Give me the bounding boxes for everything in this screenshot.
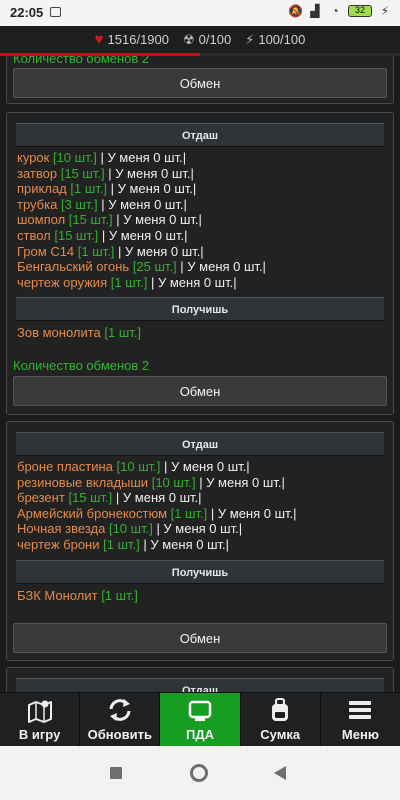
nav-label: ПДА <box>186 727 214 742</box>
nav-item-pda[interactable]: ПДА <box>160 693 241 746</box>
exchange-button[interactable]: Обмен <box>13 68 387 98</box>
back-icon[interactable] <box>274 766 286 780</box>
give-item: резиновые вкладыши [10 шт.] | У меня 0 ш… <box>17 474 285 490</box>
pda-icon <box>188 700 212 721</box>
exchange-count: Количество обменов 2 <box>13 357 150 373</box>
nav-item-to-game[interactable]: В игру <box>0 693 81 746</box>
map-icon <box>27 700 52 723</box>
give-item: Армейский бронекостюм [1 шт.] | У меня 0… <box>17 505 297 521</box>
health-value: 1516/1900 <box>107 32 169 47</box>
mute-icon: 🔕 <box>288 4 303 18</box>
receive-list: Зов монолита [1 шт.] <box>17 325 393 341</box>
gallery-notification-icon <box>50 7 61 17</box>
give-item: броне пластина [10 шт.] | У меня 0 шт.| <box>17 459 250 474</box>
exchange-count: Количество обменов 2 <box>13 56 150 66</box>
battery-icon: 32 <box>348 5 372 17</box>
nav-item-menu[interactable]: Меню <box>321 693 400 746</box>
receive-header: Получишь <box>16 559 384 584</box>
nav-item-bag[interactable]: Сумка <box>241 693 321 746</box>
recents-icon[interactable] <box>110 767 122 779</box>
give-item: курок [10 шт.] | У меня 0 шт.| <box>17 150 187 165</box>
heart-icon: ♥ <box>94 31 104 48</box>
give-header: Отдаш <box>16 123 384 147</box>
charging-icon: ⚡ <box>380 4 390 18</box>
give-item: Ночная звезда [10 шт.] | У меня 0 шт.| <box>17 521 243 537</box>
exchange-button[interactable]: Обмен <box>13 623 387 654</box>
give-item: брезент [15 шт.] | У меня 0 шт.| <box>17 490 202 506</box>
give-item: шомпол [15 шт.] | У меня 0 шт.| <box>17 212 202 228</box>
give-list: курок [10 шт.] | У меня 0 шт.| затвор [1… <box>17 150 393 290</box>
home-icon[interactable] <box>190 764 208 782</box>
nav-item-refresh[interactable]: Обновить <box>80 693 161 746</box>
radiation-icon: ☢ <box>183 31 195 47</box>
receive-item: БЗК Монолит [1 шт.] <box>17 587 138 603</box>
energy-stat: ⚡ 100/100 <box>245 32 305 48</box>
trade-panel: Отдаш курок [10 шт.] | У меня 0 шт.| зат… <box>6 112 394 415</box>
signal-icon: ▟ <box>310 4 320 18</box>
radiation-value: 0/100 <box>198 32 232 47</box>
receive-header: Получишь <box>16 297 384 322</box>
exchange-button[interactable]: Обмен <box>13 375 387 406</box>
nav-label: Меню <box>341 727 379 742</box>
give-item: ствол [15 шт.] | У меня 0 шт.| <box>17 227 188 243</box>
receive-item: Зов монолита [1 шт.] <box>17 325 142 341</box>
status-icons: 🔕 ▟ ◔ 32 ⚡ <box>288 4 392 18</box>
trade-panel-partial: Количество обменов 2 Обмен <box>6 56 394 104</box>
nav-label: В игру <box>18 727 61 742</box>
trade-panel: Отдаш броне пластина [10 шт.] | У меня 0… <box>6 421 394 661</box>
nav-label: Обновить <box>87 727 152 742</box>
give-item: чертеж оружия [1 шт.] | У меня 0 шт.| <box>17 274 237 290</box>
give-item: приклад [1 шт.] | У меня 0 шт.| <box>17 181 197 197</box>
give-item: трубка [3 шт.] | У меня 0 шт.| <box>17 196 187 212</box>
give-header: Отдаш <box>16 432 384 456</box>
menu-icon <box>349 701 372 719</box>
give-list: броне пластина [10 шт.] | У меня 0 шт.| … <box>17 459 393 553</box>
give-item: затвор [15 шт.] | У меня 0 шт.| <box>17 165 194 181</box>
give-item: Бенгальский огонь [25 шт.] | У меня 0 шт… <box>17 259 266 275</box>
energy-value: 100/100 <box>258 32 306 47</box>
give-item: чертеж брони [1 шт.] | У меня 0 шт.| <box>17 536 230 552</box>
trade-panel-partial: Отдаш <box>6 667 394 692</box>
bottom-navigation: В игру Обновить ПДА Сумка Меню <box>0 692 400 746</box>
receive-list: БЗК Монолит [1 шт.] <box>17 588 393 604</box>
system-status-bar: 22:05 🔕 ▟ ◔ 32 ⚡ <box>0 0 400 26</box>
nav-label: Сумка <box>260 727 301 742</box>
system-navigation-bar <box>0 746 400 800</box>
player-stats-bar: ♥ 1516/1900 ☢ 0/100 ⚡ 100/100 <box>0 26 400 56</box>
refresh-icon <box>109 699 131 721</box>
give-header: Отдаш <box>16 678 384 692</box>
trade-list[interactable]: Количество обменов 2 Обмен Отдаш курок [… <box>0 56 400 692</box>
energy-icon: ⚡ <box>245 31 255 47</box>
wifi-icon: ◔ <box>331 4 339 18</box>
give-item: Гром С14 [1 шт.] | У меня 0 шт.| <box>17 243 204 259</box>
radiation-stat: ☢ 0/100 <box>183 32 231 48</box>
backpack-icon <box>272 698 289 721</box>
clock: 22:05 <box>10 5 44 20</box>
health-stat: ♥ 1516/1900 <box>95 31 169 48</box>
